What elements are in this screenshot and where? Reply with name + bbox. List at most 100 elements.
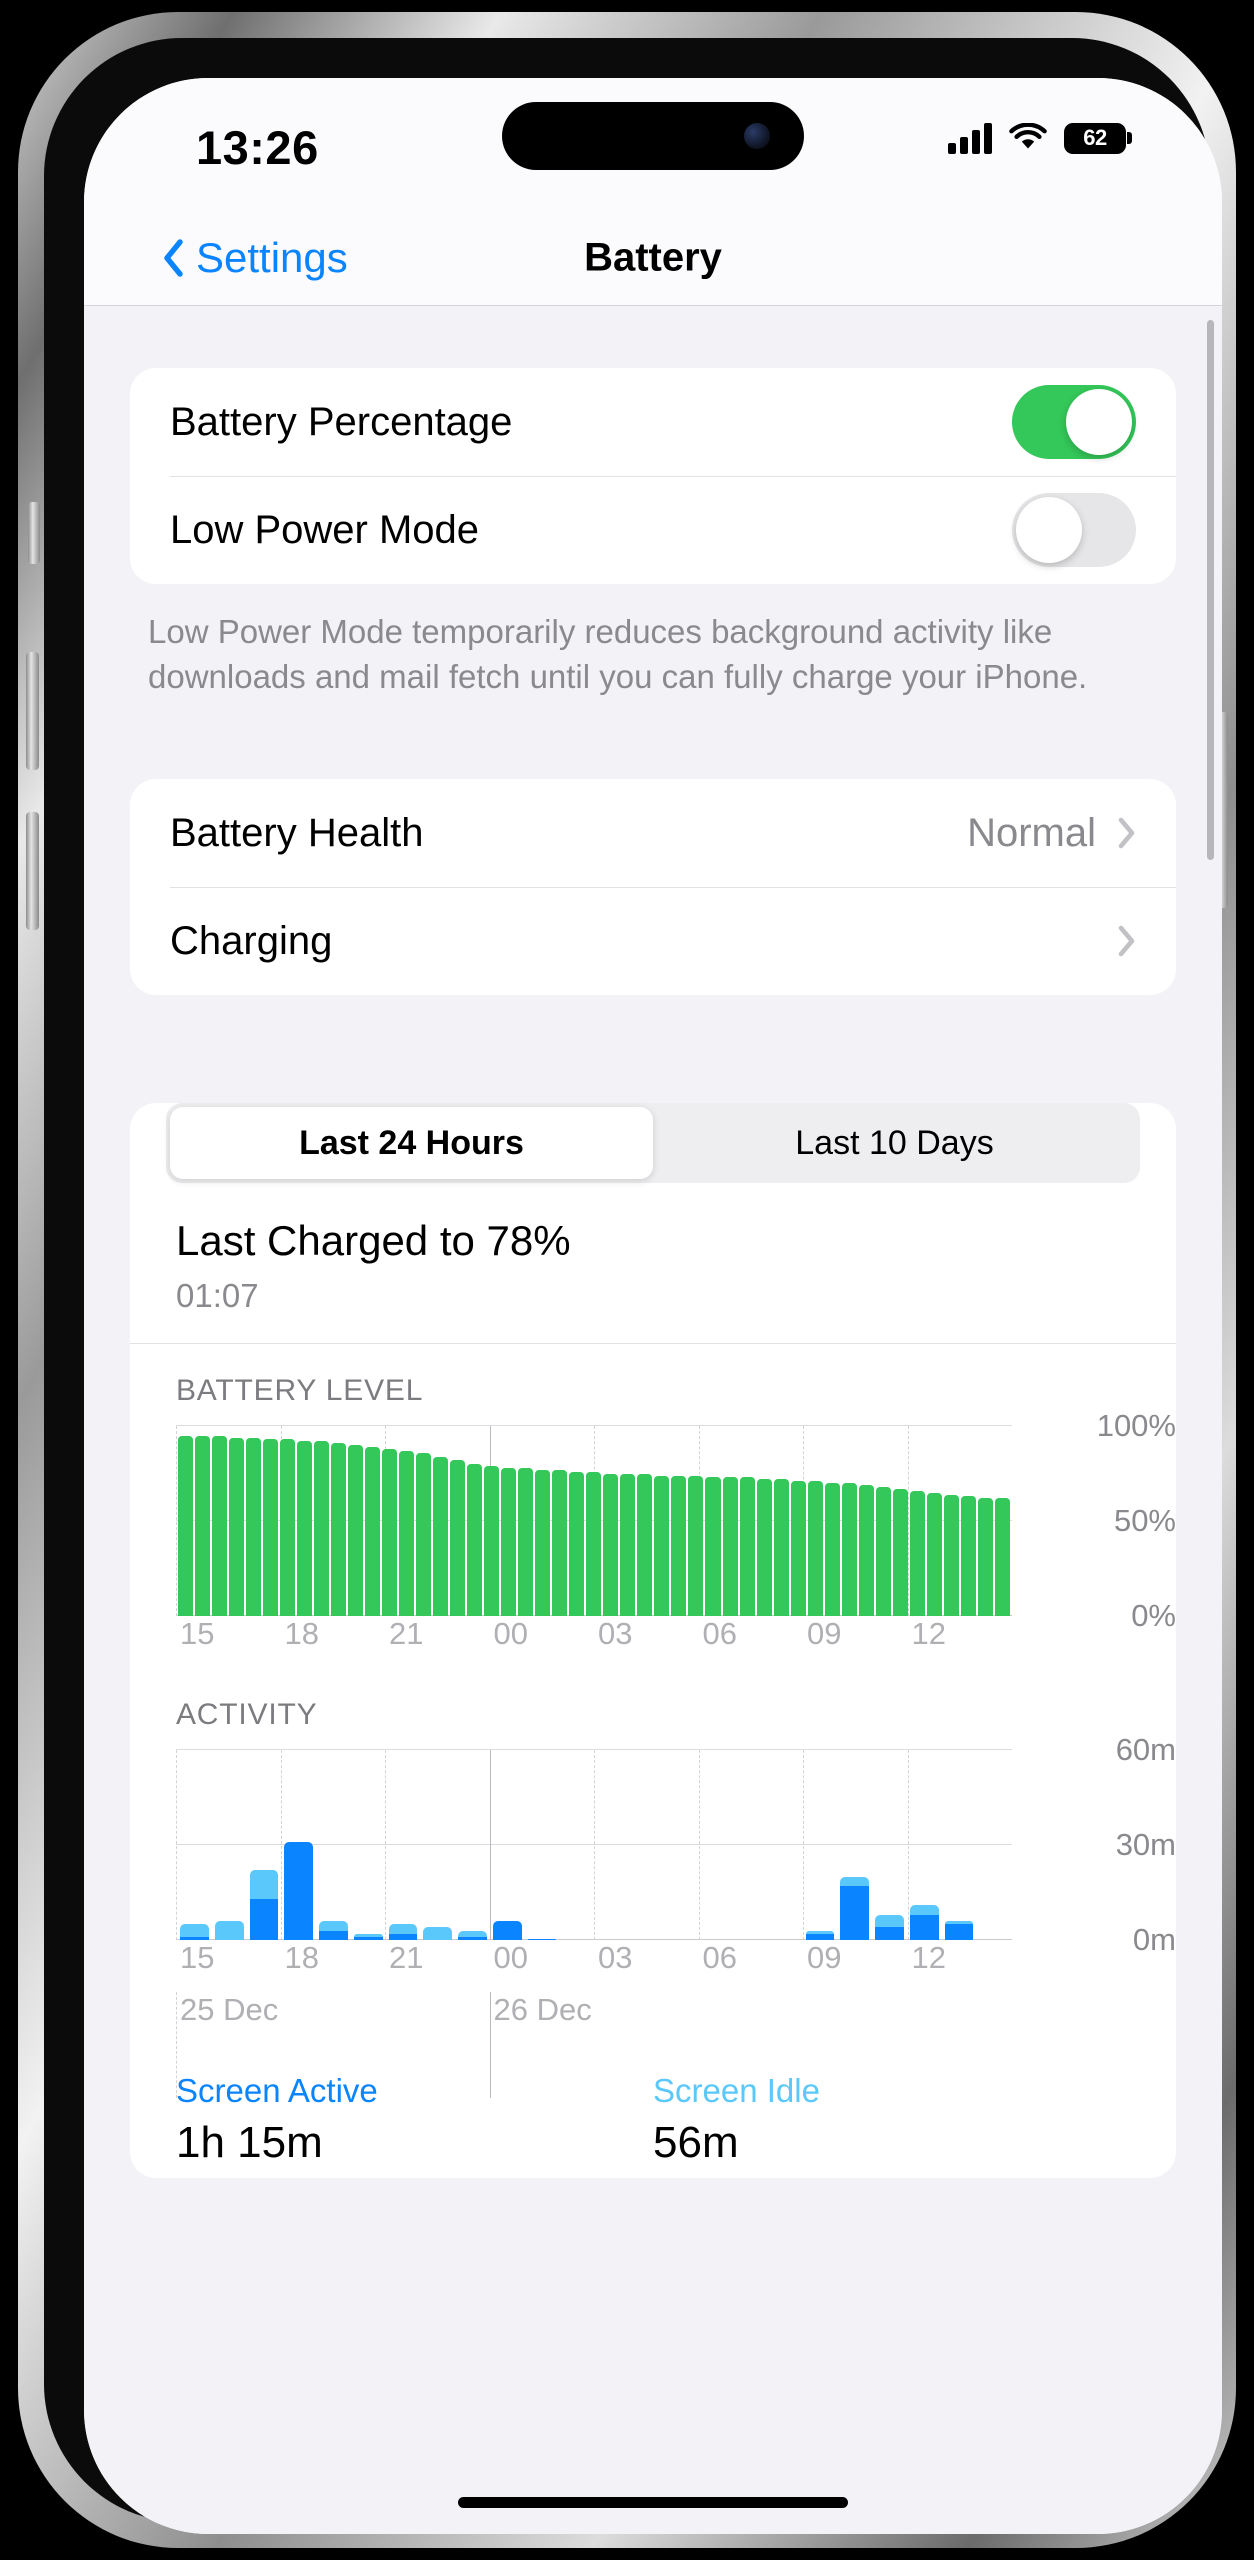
bar-segment-screen-active — [249, 1898, 279, 1941]
bar — [450, 1460, 466, 1617]
row-battery-health[interactable]: Battery Health Normal — [130, 779, 1176, 887]
bar-stack — [353, 1750, 383, 1941]
bar — [739, 1477, 755, 1617]
bar — [858, 1485, 874, 1617]
bar-series — [176, 1750, 1012, 1941]
low-power-mode-toggle[interactable] — [1012, 493, 1136, 567]
activity-chart[interactable]: 0m 30m 60m 15 18 21 00 03 06 09 12 25 Dec 26 Dec — [130, 1732, 1176, 2099]
bar — [365, 1447, 381, 1617]
legend-title: Screen Active — [176, 2072, 378, 2110]
bar-segment-screen-idle — [388, 1924, 418, 1934]
battery-percentage-toggle[interactable] — [1012, 385, 1136, 459]
activity-date-axis: 25 Dec 26 Dec — [176, 1992, 1012, 2099]
bar-stack — [632, 1750, 661, 1940]
bar-stack — [249, 1750, 279, 1941]
bar-stack — [284, 1750, 313, 1941]
bar-stack — [979, 1750, 1008, 1940]
home-indicator[interactable] — [458, 2497, 848, 2508]
toggle-knob — [1016, 497, 1082, 563]
back-button[interactable]: Settings — [162, 234, 348, 282]
battery-level-x-axis: 15 18 21 00 03 06 09 12 — [176, 1616, 1012, 1668]
axis-tick-label: 00 — [493, 1940, 528, 1976]
battery-level-plot — [176, 1425, 1012, 1617]
bar — [790, 1481, 806, 1617]
cellular-bars-icon — [948, 122, 992, 154]
bar — [586, 1471, 602, 1617]
day-boundary-line — [176, 1992, 177, 2099]
bar — [416, 1452, 432, 1617]
volume-up-button[interactable] — [26, 652, 39, 770]
segment-last-24-hours[interactable]: Last 24 Hours — [170, 1107, 653, 1180]
bar-segment-screen-active — [875, 1927, 904, 1941]
bar-segment-screen-idle — [214, 1921, 244, 1941]
battery-cap — [1127, 132, 1132, 144]
bar-series — [176, 1426, 1012, 1617]
bar — [875, 1486, 891, 1617]
bar-segment-screen-idle — [875, 1914, 904, 1928]
bar — [637, 1473, 653, 1617]
bar-segment-screen-idle — [180, 1924, 209, 1937]
bar — [331, 1443, 347, 1617]
bar-stack — [527, 1750, 557, 1941]
bar — [399, 1450, 415, 1617]
bar — [518, 1467, 534, 1617]
axis-tick-label: 15 — [180, 1616, 215, 1652]
battery-level-chart[interactable]: 0% 50% 100% 15 18 21 00 03 06 09 12 — [130, 1408, 1176, 1668]
low-power-mode-footnote: Low Power Mode temporarily reduces backg… — [148, 613, 1088, 695]
bar-stack — [805, 1750, 835, 1941]
bar-stack — [840, 1750, 869, 1941]
segment-last-10-days[interactable]: Last 10 Days — [653, 1107, 1136, 1179]
bar-segment-screen-active — [319, 1930, 348, 1941]
divider — [130, 1343, 1176, 1345]
bar — [926, 1492, 942, 1617]
mute-switch[interactable] — [28, 502, 40, 564]
phone-screen: 13:26 62 Settings Battery Battery Percen… — [84, 78, 1222, 2534]
bar-segment-screen-idle — [319, 1921, 348, 1931]
bar — [297, 1441, 313, 1617]
legend-value: 56m — [653, 2118, 739, 2168]
axis-tick-label: 12 — [911, 1940, 946, 1976]
row-value: Normal — [967, 810, 1096, 855]
battery-usage-card: Last 24 Hours Last 10 Days Last Charged … — [130, 1103, 1176, 2179]
axis-date-label: 25 Dec — [180, 1992, 279, 2028]
bar — [348, 1445, 364, 1617]
navigation-bar: Settings Battery — [84, 210, 1222, 306]
bar — [620, 1473, 636, 1617]
toggle-knob — [1066, 389, 1132, 455]
vertical-scrollbar[interactable] — [1207, 320, 1214, 860]
bar — [909, 1490, 925, 1617]
settings-scroll-view[interactable]: Battery Percentage Low Power Mode Low Po… — [84, 306, 1222, 2534]
axis-tick-label: 12 — [911, 1616, 946, 1652]
bar — [195, 1435, 211, 1617]
bar-stack — [667, 1750, 696, 1940]
legend-screen-active: Screen Active 1h 15m — [176, 2072, 653, 2168]
bar — [977, 1498, 993, 1617]
bar-stack — [875, 1750, 904, 1941]
row-battery-percentage[interactable]: Battery Percentage — [130, 368, 1176, 476]
time-range-segmented-control[interactable]: Last 24 Hours Last 10 Days — [166, 1103, 1140, 1184]
bar — [688, 1475, 704, 1617]
bar — [263, 1439, 279, 1617]
activity-section-label: ACTIVITY — [176, 1698, 318, 1732]
battery-options-group: Battery Percentage Low Power Mode — [130, 368, 1176, 584]
battery-level-y-axis: 0% 50% 100% — [1056, 1408, 1176, 1668]
bar-stack — [909, 1750, 939, 1941]
axis-tick-label: 60m — [1115, 1732, 1176, 1768]
bar — [756, 1479, 772, 1617]
row-accessory: Normal — [967, 811, 1136, 856]
status-bar: 13:26 62 — [84, 78, 1222, 210]
bar — [433, 1456, 449, 1617]
front-camera-icon — [744, 123, 770, 149]
bar — [569, 1471, 585, 1617]
chevron-right-icon — [1118, 925, 1136, 957]
row-charging[interactable]: Charging — [130, 887, 1176, 995]
bar — [960, 1496, 976, 1617]
page-title: Battery — [584, 235, 722, 279]
bar — [773, 1479, 789, 1617]
axis-tick-label: 18 — [284, 1940, 319, 1976]
volume-down-button[interactable] — [26, 812, 39, 930]
axis-tick-label: 06 — [702, 1940, 737, 1976]
bar — [841, 1483, 857, 1617]
row-low-power-mode[interactable]: Low Power Mode — [130, 476, 1176, 584]
axis-tick-label: 50% — [1113, 1503, 1176, 1539]
